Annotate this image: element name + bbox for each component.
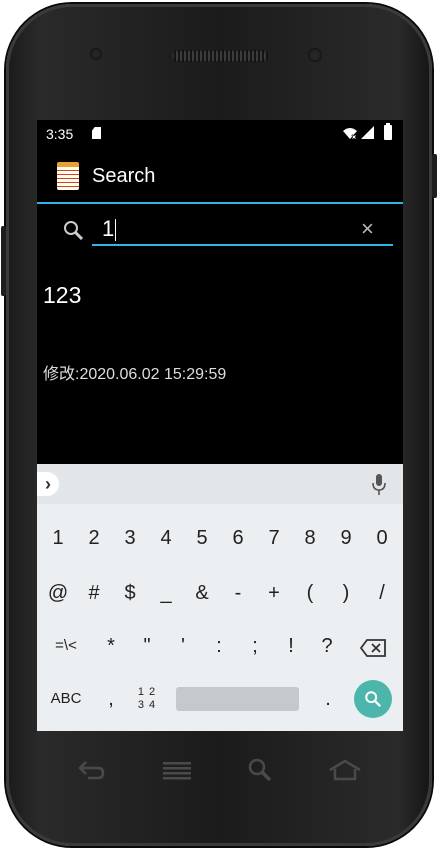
microphone-icon[interactable] [371, 474, 387, 496]
key-question[interactable]: ? [310, 626, 344, 666]
key-minus[interactable]: - [221, 573, 255, 613]
key-at[interactable]: @ [41, 573, 75, 613]
key-2[interactable]: 2 [77, 518, 111, 558]
key-0[interactable]: 0 [365, 518, 399, 558]
keyboard: › 1 2 3 4 5 6 7 8 9 0 @ # $ _ & - + ( ) … [37, 464, 403, 731]
front-camera [308, 48, 322, 62]
key-1[interactable]: 1 [41, 518, 75, 558]
result-modified[interactable]: 修改:2020.06.02 15:29:59 [43, 360, 226, 384]
action-bar: Search [37, 150, 403, 204]
key-3[interactable]: 3 [113, 518, 147, 558]
key-8[interactable]: 8 [293, 518, 327, 558]
key-ampersand[interactable]: & [185, 573, 219, 613]
key-9[interactable]: 9 [329, 518, 363, 558]
key-comma[interactable]: , [94, 679, 128, 719]
notepad-icon[interactable] [57, 162, 79, 190]
search-bar: 1 × [37, 204, 403, 260]
signal-icon [361, 126, 374, 139]
key-4[interactable]: 4 [149, 518, 183, 558]
power-button [432, 154, 437, 198]
search-icon[interactable] [248, 758, 272, 782]
key-numpad-top: 1 2 [137, 686, 157, 698]
key-7[interactable]: 7 [257, 518, 291, 558]
key-double-quote[interactable]: " [130, 626, 164, 666]
key-hash[interactable]: # [77, 573, 111, 613]
key-6[interactable]: 6 [221, 518, 255, 558]
search-icon [64, 221, 83, 240]
key-symbols-more[interactable]: =\< [48, 626, 84, 666]
key-dollar[interactable]: $ [113, 573, 147, 613]
search-input[interactable]: 1 [92, 212, 393, 246]
key-exclamation[interactable]: ! [274, 626, 308, 666]
keyboard-toolbar: › [37, 464, 403, 504]
menu-icon[interactable] [162, 758, 192, 782]
home-icon[interactable] [328, 758, 362, 782]
key-plus[interactable]: + [257, 573, 291, 613]
volume-button [1, 226, 6, 296]
clear-icon[interactable]: × [361, 218, 374, 240]
key-open-paren[interactable]: ( [293, 573, 327, 613]
key-asterisk[interactable]: * [94, 626, 128, 666]
proximity-sensor [90, 48, 102, 60]
space-bar[interactable] [176, 687, 299, 711]
battery-icon [384, 123, 392, 140]
wifi-icon [343, 128, 357, 140]
key-underscore[interactable]: _ [149, 573, 183, 613]
search-input-value: 1 [102, 216, 115, 241]
screen: 3:35 Search 1 × 123 修改:2020.06.02 15:29:… [37, 120, 403, 731]
back-icon[interactable] [76, 758, 106, 782]
status-bar: 3:35 [37, 120, 403, 148]
page-title: Search [92, 165, 156, 187]
result-title[interactable]: 123 [43, 282, 81, 309]
text-caret [115, 219, 117, 242]
key-5[interactable]: 5 [185, 518, 219, 558]
key-colon[interactable]: : [202, 626, 236, 666]
backspace-icon[interactable] [360, 639, 386, 657]
status-time: 3:35 [46, 126, 74, 142]
key-close-paren[interactable]: ) [329, 573, 363, 613]
chevron-right-icon[interactable]: › [37, 472, 59, 496]
key-numpad-bottom: 3 4 [137, 699, 157, 711]
key-slash[interactable]: / [365, 573, 399, 613]
earpiece-speaker [172, 50, 268, 62]
key-semicolon[interactable]: ; [238, 626, 272, 666]
key-period[interactable]: . [311, 679, 345, 719]
sd-card-icon [92, 127, 101, 139]
key-numpad[interactable]: 1 2 3 4 [132, 686, 162, 714]
key-single-quote[interactable]: ' [166, 626, 200, 666]
search-icon [365, 691, 382, 708]
search-action-key[interactable] [354, 680, 392, 718]
key-abc[interactable]: ABC [45, 679, 87, 719]
